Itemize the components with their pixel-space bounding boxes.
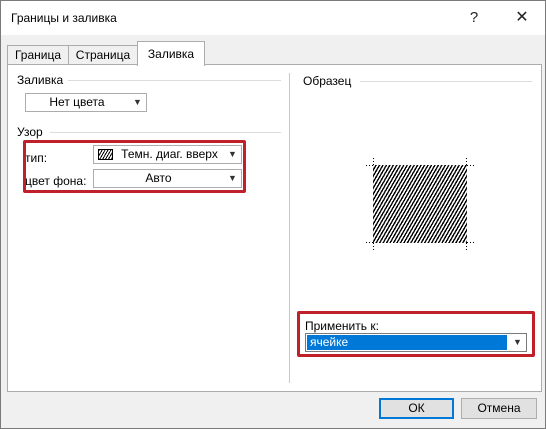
preview-divider [360, 81, 532, 82]
fill-color-value: Нет цвета [49, 95, 105, 109]
apply-highlight-frame [297, 311, 535, 357]
dialog-title: Границы и заливка [11, 11, 117, 25]
preview-label: Образец [303, 74, 352, 88]
pattern-group-divider [50, 132, 281, 133]
help-button[interactable]: ? [457, 5, 491, 31]
close-button[interactable]: ✕ [505, 5, 539, 31]
tab-page[interactable]: Страница [68, 45, 138, 65]
chevron-down-icon: ▼ [128, 94, 146, 111]
fill-group-label: Заливка [17, 73, 64, 87]
tab-bar: Граница Страница Заливка [1, 35, 545, 66]
tab-fill[interactable]: Заливка [137, 41, 205, 66]
preview-crop-marks [366, 158, 474, 250]
fill-color-dropdown[interactable]: Нет цвета ▼ [25, 93, 147, 112]
pattern-highlight-frame [23, 140, 246, 193]
fill-group-divider [68, 80, 281, 81]
tab-border[interactable]: Граница [7, 45, 69, 65]
section-divider [289, 73, 290, 383]
ok-button[interactable]: ОК [379, 398, 454, 419]
cancel-button[interactable]: Отмена [461, 398, 537, 419]
pattern-group-label: Узор [17, 125, 43, 139]
dialog-window: Границы и заливка ? ✕ Граница Страница З… [0, 0, 546, 429]
title-bar: Границы и заливка ? ✕ [1, 1, 545, 35]
